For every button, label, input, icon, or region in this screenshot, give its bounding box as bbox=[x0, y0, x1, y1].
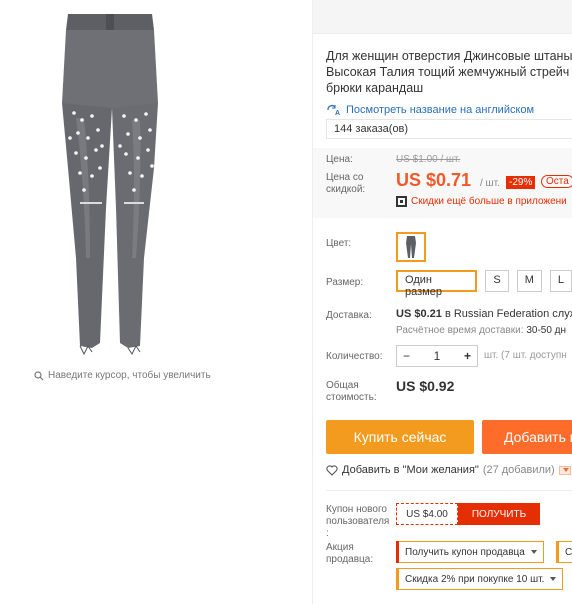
title-line-2: Высокая Талия тощий жемчужный стрейч bbox=[326, 65, 570, 79]
heart-icon bbox=[326, 464, 338, 476]
wishlist-count: (27 добавили) bbox=[482, 464, 555, 476]
price-label: Цена: bbox=[326, 154, 353, 165]
color-swatch-gray[interactable] bbox=[396, 232, 426, 262]
details-panel: Для женщин отверстия Джинсовые штаны Выс… bbox=[312, 0, 572, 604]
total-label: Общая стоимость: bbox=[326, 380, 377, 404]
seller-coupon-dropdown-2[interactable]: С bbox=[556, 541, 572, 563]
title-line-1: Для женщин отверстия Джинсовые штаны bbox=[326, 49, 572, 63]
seller-coupon-2-text[interactable]: С bbox=[565, 547, 572, 558]
translate-icon: A bbox=[327, 105, 340, 116]
chevron-down-icon bbox=[530, 550, 537, 554]
new-user-coupon-label: Купон нового пользователя : bbox=[326, 504, 396, 540]
section-divider bbox=[326, 490, 572, 491]
shipping-price: US $0.21 bbox=[396, 308, 442, 320]
title-line-3: брюки карандаш bbox=[326, 81, 424, 95]
seller-promo-label: Акция продавца: bbox=[326, 542, 373, 566]
size-label: Размер: bbox=[326, 277, 364, 288]
quantity-minus-button[interactable]: − bbox=[403, 349, 410, 363]
chevron-down-icon bbox=[550, 577, 557, 581]
size-option-m[interactable]: M bbox=[516, 270, 542, 292]
price-unit: / шт. bbox=[480, 178, 500, 189]
old-price: US $1.00 / шт. bbox=[396, 154, 461, 165]
shipping-info[interactable]: US $0.21 в Russian Federation служб bbox=[396, 308, 572, 320]
seller-coupon-text[interactable]: Получить купон продавца bbox=[405, 547, 525, 558]
buy-now-button[interactable]: Купить сейчас bbox=[326, 420, 474, 454]
add-to-wishlist-link[interactable]: Добавить в "Мои желания" (27 добавили) bbox=[326, 464, 571, 476]
quantity-label: Количество: bbox=[326, 351, 383, 362]
quantity-plus-button[interactable]: + bbox=[464, 349, 471, 363]
new-user-coupon-label-line3: : bbox=[326, 528, 329, 539]
seller-promo-label-line2: продавца: bbox=[326, 554, 374, 565]
color-label: Цвет: bbox=[326, 238, 352, 249]
remaining-time-badge: Оста bbox=[541, 175, 572, 188]
jeans-thumbnail-icon bbox=[406, 236, 416, 258]
total-label-line2: стоимость: bbox=[326, 392, 377, 403]
wishlist-text[interactable]: Добавить в "Мои желания" bbox=[342, 464, 479, 476]
app-discount-text[interactable]: Скидки ещё больше в приложени bbox=[411, 196, 567, 207]
discount-price-label: Цена со скидкой: bbox=[326, 172, 365, 196]
quantity-input[interactable]: 1 bbox=[434, 349, 441, 363]
total-label-line1: Общая bbox=[326, 380, 359, 391]
new-user-coupon-value: US $4.00 bbox=[396, 503, 458, 525]
discount-label-line1: Цена со bbox=[326, 172, 364, 183]
discount-label-line2: скидкой: bbox=[326, 184, 366, 195]
quantity-availability: шт. (7 шт. доступн bbox=[484, 350, 567, 361]
zoom-hint: Наведите курсор, чтобы увеличить bbox=[34, 370, 211, 381]
shipping-label: Доставка: bbox=[326, 310, 372, 321]
svg-text:A: A bbox=[335, 110, 340, 116]
translate-link-text[interactable]: Посмотреть название на английском bbox=[346, 104, 534, 116]
translate-link[interactable]: A Посмотреть название на английском bbox=[326, 104, 534, 116]
new-user-coupon-label-line2: пользователя bbox=[326, 516, 390, 527]
get-coupon-button[interactable]: ПОЛУЧИТЬ bbox=[458, 503, 540, 525]
product-image[interactable] bbox=[40, 8, 200, 358]
app-discount-link[interactable]: Скидки ещё больше в приложени bbox=[396, 196, 567, 207]
bulk-discount-dropdown[interactable]: Скидка 2% при покупке 10 шт. bbox=[396, 568, 564, 590]
orders-count: 144 заказа(ов) bbox=[326, 119, 572, 139]
new-user-coupon-label-line1: Купон нового bbox=[326, 504, 387, 515]
price-block: Цена: US $1.00 / шт. Цена со скидкой: US… bbox=[313, 148, 572, 218]
top-strip bbox=[313, 0, 572, 34]
seller-coupon-dropdown[interactable]: Получить купон продавца bbox=[396, 541, 544, 563]
qr-code-icon bbox=[396, 196, 407, 207]
gallery-panel: Наведите курсор, чтобы увеличить bbox=[0, 0, 312, 604]
seller-promo-label-line1: Акция bbox=[326, 542, 354, 553]
shipping-service[interactable]: в Russian Federation служб bbox=[445, 308, 572, 320]
delivery-time-value: 30-50 дн bbox=[526, 325, 567, 336]
current-price: US $0.71 bbox=[396, 170, 472, 190]
discount-badge: -29% bbox=[506, 176, 536, 189]
bulk-discount-text[interactable]: Скидка 2% при покупке 10 шт. bbox=[405, 574, 544, 585]
delivery-time: Расчётное время доставки: 30-50 дн bbox=[396, 325, 566, 336]
delivery-time-label: Расчётное время доставки: bbox=[396, 325, 524, 336]
quantity-stepper: − 1 + bbox=[396, 345, 478, 367]
add-to-cart-button[interactable]: Добавить в bbox=[482, 420, 572, 454]
size-option-l[interactable]: L bbox=[549, 270, 572, 292]
wishlist-dropdown-icon[interactable] bbox=[558, 465, 571, 475]
size-option-s[interactable]: S bbox=[485, 270, 509, 292]
magnifier-icon bbox=[34, 370, 44, 380]
product-title: Для женщин отверстия Джинсовые штаны Выс… bbox=[326, 48, 572, 96]
total-price: US $0.92 bbox=[396, 378, 455, 394]
size-option-one-size[interactable]: Один размер bbox=[396, 270, 478, 298]
zoom-hint-text: Наведите курсор, чтобы увеличить bbox=[48, 370, 211, 381]
size-options: Один размер S M L bbox=[396, 270, 572, 298]
